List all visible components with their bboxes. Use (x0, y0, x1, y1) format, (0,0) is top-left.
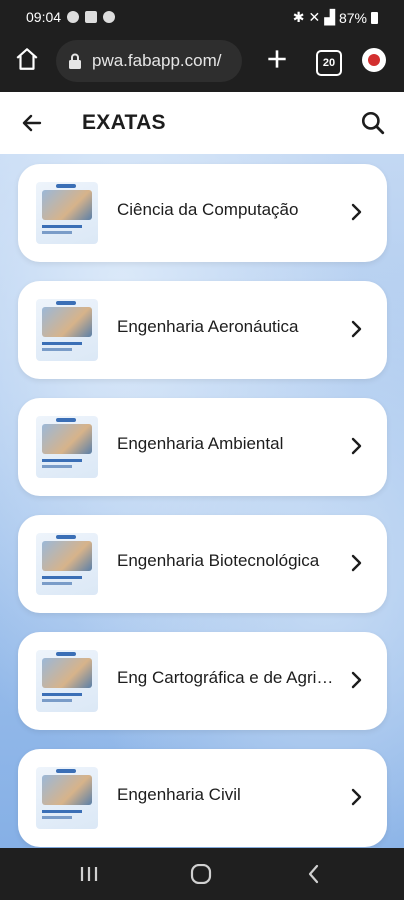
battery-icon (371, 11, 378, 24)
plus-icon (268, 50, 286, 68)
home-nav-button[interactable] (190, 863, 212, 889)
list-item[interactable]: Engenharia Aeronáutica (18, 281, 387, 379)
recent-apps-button[interactable] (78, 864, 100, 889)
chevron-right-icon (351, 554, 362, 572)
course-thumbnail (36, 533, 98, 595)
app-icon[interactable] (362, 48, 386, 72)
chevron-right-icon (351, 320, 362, 338)
address-bar[interactable]: pwa.fabapp.com/ (56, 40, 242, 82)
chevron-right-icon (351, 788, 362, 806)
course-thumbnail (36, 299, 98, 361)
app-header: EXATAS (0, 92, 404, 154)
course-thumbnail (36, 650, 98, 712)
course-label: Engenharia Biotecnológica (117, 551, 320, 570)
course-thumbnail (36, 182, 98, 244)
back-nav-button[interactable] (306, 864, 322, 889)
arrow-left-icon (22, 114, 42, 132)
course-label: Engenharia Ambiental (117, 434, 284, 453)
whatsapp-business-icon (103, 11, 116, 23)
bluetooth-icon: ✱ (292, 9, 305, 25)
list-item[interactable]: Eng Cartográfica e de Agrimensura (18, 632, 387, 730)
mute-icon: ✕ (308, 9, 321, 25)
course-label: Eng Cartográfica e de Agrimensura (117, 668, 339, 687)
home-button[interactable] (14, 46, 40, 77)
search-icon (361, 111, 385, 135)
list-item[interactable]: Engenharia Ambiental (18, 398, 387, 496)
list-item[interactable]: Engenharia Biotecnológica (18, 515, 387, 613)
battery-percent: 87% (338, 9, 367, 26)
notification-icon (85, 11, 98, 23)
status-time: 09:04 (26, 9, 62, 25)
whatsapp-icon (67, 11, 80, 23)
page-title: EXATAS (82, 111, 166, 134)
course-label: Engenharia Civil (117, 785, 241, 804)
system-nav-bar (0, 848, 404, 900)
recents-icon (80, 867, 98, 881)
back-button[interactable] (20, 111, 44, 140)
tab-switcher-button[interactable]: 20 (316, 50, 342, 76)
lock-icon (69, 53, 81, 69)
new-tab-button[interactable] (264, 46, 290, 77)
home-icon (16, 48, 38, 70)
home-circle-icon (190, 863, 212, 885)
course-thumbnail (36, 767, 98, 829)
url-text: pwa.fabapp.com/ (92, 51, 222, 70)
chevron-right-icon (351, 203, 362, 221)
course-list: Ciência da Computação Engenharia Aeronáu… (0, 154, 404, 848)
browser-toolbar: pwa.fabapp.com/ 20 (0, 34, 404, 92)
signal-icon: ▟ (324, 9, 335, 25)
status-bar: 09:04 ✱ ✕ ▟ 87% (0, 0, 404, 34)
chevron-right-icon (351, 437, 362, 455)
course-thumbnail (36, 416, 98, 478)
course-label: Ciência da Computação (117, 200, 299, 219)
chevron-right-icon (351, 671, 362, 689)
chevron-left-icon (308, 864, 319, 884)
course-label: Engenharia Aeronáutica (117, 317, 299, 336)
list-item[interactable]: Engenharia Civil (18, 749, 387, 847)
search-button[interactable] (360, 110, 386, 141)
list-item[interactable]: Ciência da Computação (18, 164, 387, 262)
